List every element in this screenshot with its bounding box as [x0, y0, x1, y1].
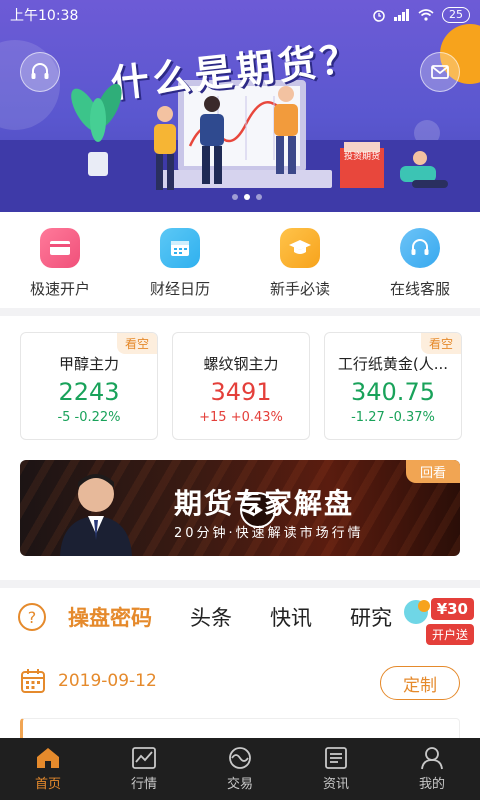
- headset-icon: [400, 228, 440, 268]
- status-time: 上午10:38: [10, 8, 79, 24]
- replay-badge: 回看: [405, 460, 460, 483]
- quote-card-rebar[interactable]: 螺纹钢主力 3491 +15 +0.43%: [172, 332, 310, 440]
- status-icons: 25: [372, 7, 470, 23]
- quick-action-label: 在线客服: [389, 280, 450, 298]
- quote-change-value: -1.27: [351, 410, 385, 425]
- alarm-icon: [373, 10, 385, 22]
- books-illustration: 投资期货: [340, 142, 450, 196]
- quick-action-label: 财经日历: [149, 280, 210, 298]
- nav-trade[interactable]: 交易: [192, 738, 288, 800]
- illustration-laptop-base: [156, 170, 332, 188]
- tab-trading-code[interactable]: 操盘密码: [68, 602, 152, 632]
- signal-icon: [394, 9, 409, 21]
- customize-button[interactable]: 定制: [380, 666, 460, 700]
- customer-service-button[interactable]: [20, 52, 60, 92]
- bottom-nav: 首页 行情 交易 资讯 我的: [0, 738, 480, 800]
- quote-tag: 看空: [116, 333, 157, 354]
- nav-label: 首页: [34, 777, 61, 792]
- nav-profile[interactable]: 我的: [384, 738, 480, 800]
- quote-name: 甲醇主力: [58, 355, 119, 373]
- quote-tag: 看空: [420, 333, 461, 354]
- home-icon: [37, 748, 59, 768]
- news-icon: [325, 747, 347, 769]
- nav-label: 行情: [130, 777, 157, 792]
- promo-label: 开户送: [425, 624, 474, 645]
- chart-icon: [132, 747, 156, 769]
- quote-name: 工行纸黄金(人...: [337, 355, 449, 373]
- graduation-cap-icon: [280, 228, 320, 268]
- nav-label: 资讯: [322, 777, 349, 792]
- status-bar: 上午10:38 25: [0, 0, 480, 30]
- carousel-dot: [232, 194, 238, 200]
- mail-icon: [431, 65, 449, 79]
- carousel-dot-active: [244, 194, 250, 200]
- quote-change-value: -5: [57, 410, 71, 425]
- nav-news[interactable]: 资讯: [288, 738, 384, 800]
- quote-name: 螺纹钢主力: [203, 355, 279, 373]
- person-illustration: [200, 96, 224, 184]
- carousel-indicator: [232, 194, 262, 200]
- carousel-dot: [256, 194, 262, 200]
- quick-finance-calendar[interactable]: 财经日历: [120, 212, 240, 308]
- presenter-avatar: [60, 474, 132, 556]
- promo-amount: ¥30: [430, 598, 474, 620]
- plant-illustration: [71, 83, 122, 176]
- quote-price: 3491: [210, 378, 272, 406]
- card-icon: [40, 228, 80, 268]
- quick-beginner-guide[interactable]: 新手必读: [240, 212, 360, 308]
- calendar-icon: [160, 228, 200, 268]
- nav-label: 交易: [226, 777, 253, 792]
- app-screen: 上午10:38 25 什么是期货？ 投资期货 极速开户 财经日历 新手必读 在线…: [0, 0, 480, 800]
- feed-date: 2019-09-12: [58, 671, 157, 691]
- quick-action-label: 新手必读: [269, 280, 330, 298]
- battery-indicator: 25: [442, 7, 470, 23]
- tab-flash-news[interactable]: 快讯: [270, 602, 312, 632]
- quote-cards: 看空 甲醇主力 2243 -5 -0.22% 螺纹钢主力 3491 +15 +0…: [20, 332, 462, 440]
- nav-home[interactable]: 首页: [0, 738, 96, 800]
- calendar-icon: [21, 669, 45, 693]
- expert-live-replay-banner[interactable]: 回看 期货专家解盘 20分钟·快速解读市场行情: [20, 460, 460, 556]
- headset-icon: [31, 63, 49, 79]
- person-illustration: [274, 86, 298, 174]
- quote-card-paper-gold[interactable]: 看空 工行纸黄金(人... 340.75 -1.27 -0.37%: [324, 332, 462, 440]
- live-subtitle: 20分钟·快速解读市场行情: [174, 526, 364, 541]
- messages-button[interactable]: [420, 52, 460, 92]
- quote-change: +15 +0.43%: [173, 410, 309, 425]
- quote-change: -1.27 -0.37%: [325, 410, 461, 425]
- tab-research[interactable]: 研究: [350, 602, 392, 632]
- tab-headlines[interactable]: 头条: [190, 602, 232, 632]
- quick-actions: 极速开户 财经日历 新手必读 在线客服: [0, 212, 480, 308]
- quote-change: -5 -0.22%: [21, 410, 157, 425]
- nav-market[interactable]: 行情: [96, 738, 192, 800]
- live-title: 期货专家解盘: [174, 487, 355, 520]
- quote-card-methanol[interactable]: 看空 甲醇主力 2243 -5 -0.22%: [20, 332, 158, 440]
- quote-change-percent: -0.22%: [74, 410, 121, 425]
- date-row: 2019-09-12: [20, 668, 157, 694]
- quote-price: 340.75: [351, 378, 435, 406]
- help-icon[interactable]: ?: [18, 603, 46, 631]
- person-illustration: [154, 106, 176, 190]
- quick-open-account[interactable]: 极速开户: [0, 212, 120, 308]
- trade-icon: [229, 747, 251, 769]
- quote-price: 2243: [58, 378, 120, 406]
- quote-change-value: +15: [199, 410, 227, 425]
- user-icon: [421, 747, 443, 770]
- quote-change-percent: +0.43%: [230, 410, 283, 425]
- quote-change-percent: -0.37%: [388, 410, 435, 425]
- market-quotes-section: 看空 甲醇主力 2243 -5 -0.22% 螺纹钢主力 3491 +15 +0…: [0, 316, 480, 580]
- quick-action-label: 极速开户: [29, 280, 90, 298]
- quick-online-service[interactable]: 在线客服: [360, 212, 480, 308]
- nav-label: 我的: [418, 777, 445, 792]
- book-label: 投资期货: [344, 152, 381, 162]
- wifi-icon: [418, 9, 434, 21]
- promo-banner[interactable]: 上午10:38 25 什么是期货？ 投资期货: [0, 0, 480, 212]
- content-feed: ? 操盘密码 头条 快讯 研究 ¥30 开户送 2019-09-12 定制: [0, 588, 480, 748]
- account-bonus-promo[interactable]: ¥30 开户送: [404, 598, 474, 650]
